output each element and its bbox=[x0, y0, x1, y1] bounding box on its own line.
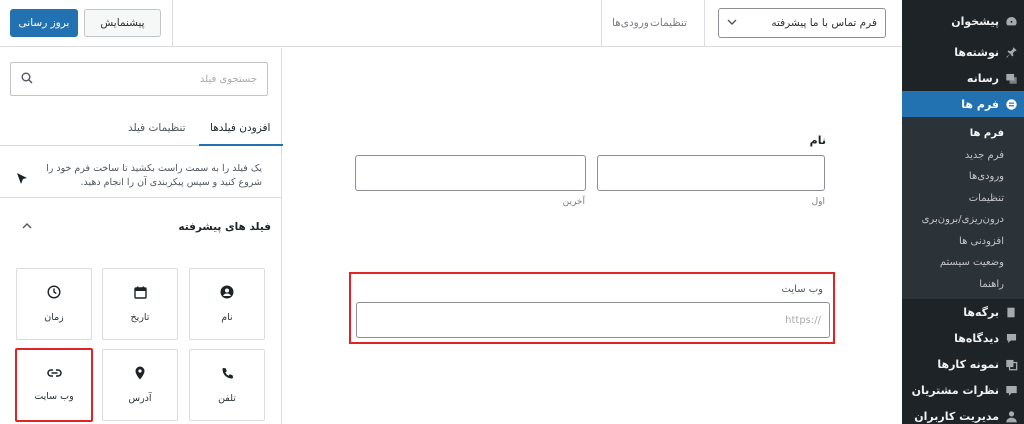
field-tile-date[interactable]: تاریخ bbox=[102, 268, 178, 340]
portfolio-icon bbox=[1004, 357, 1018, 371]
chevron-down-icon bbox=[727, 17, 737, 30]
submenu-item[interactable]: فرم جدید bbox=[902, 145, 1024, 167]
first-name-input[interactable] bbox=[597, 155, 825, 191]
submenu-item[interactable]: افزودنی ها bbox=[902, 231, 1024, 253]
first-name-sublabel: اول bbox=[811, 197, 825, 207]
calendar-icon bbox=[133, 286, 147, 302]
last-name-sublabel: آخرین bbox=[562, 197, 585, 207]
instructions: یک فیلد را به سمت راست بکشید تا ساخت فرم… bbox=[0, 146, 282, 198]
sidebar-item-label: رسانه bbox=[966, 71, 999, 85]
search-placeholder: جستجوی فیلد bbox=[199, 73, 257, 85]
sidebar-item-testimonials[interactable]: نظرات مشتریان bbox=[902, 377, 1024, 403]
tab-settings[interactable]: تنظیمات bbox=[650, 17, 687, 29]
website-input[interactable]: https:// bbox=[356, 302, 830, 338]
tab-field-settings[interactable]: تنظیمات فیلد bbox=[128, 122, 186, 134]
field-tile-label: تلفن bbox=[218, 392, 236, 404]
link-icon bbox=[46, 368, 62, 381]
users-icon bbox=[1004, 409, 1018, 423]
builder-toolbar: بروز رسانی پیشنمایش ورودی‌ها تنظیمات فرم… bbox=[0, 0, 902, 47]
sidebar-item-portfolio[interactable]: نمونه کارها bbox=[902, 351, 1024, 377]
instructions-text: یک فیلد را به سمت راست بکشید تا ساخت فرم… bbox=[46, 163, 262, 188]
sidebar-item-pages[interactable]: برگه‌ها bbox=[902, 299, 1024, 325]
update-button[interactable]: بروز رسانی bbox=[10, 9, 78, 37]
field-tile-website[interactable]: وب سایت bbox=[15, 348, 93, 422]
field-tile-time[interactable]: زمان bbox=[16, 268, 92, 340]
testimonials-icon bbox=[1004, 383, 1018, 397]
sidebar-item-label: برگه‌ها bbox=[963, 305, 999, 319]
submenu-item[interactable]: ورودی‌ها bbox=[902, 166, 1024, 188]
tab-entries[interactable]: ورودی‌ها bbox=[612, 17, 649, 29]
last-name-input[interactable] bbox=[355, 155, 586, 191]
sidebar-item-users[interactable]: مدیریت کاربران bbox=[902, 403, 1024, 424]
preview-button[interactable]: پیشنمایش bbox=[84, 9, 161, 37]
field-tile-label: زمان bbox=[44, 312, 64, 323]
field-search-input[interactable]: جستجوی فیلد bbox=[10, 62, 268, 96]
submenu-item[interactable]: وضعیت سیستم bbox=[902, 252, 1024, 274]
pin-icon bbox=[1004, 45, 1018, 59]
field-tile-label: وب سایت bbox=[34, 391, 74, 402]
admin-sidebar: پیشخوان نوشته‌ها رسانه فرم ها فرم ها فرم… bbox=[894, 0, 1024, 424]
sidebar-item-label: نوشته‌ها bbox=[954, 45, 999, 59]
form-selector-value: فرم تماس با ما پیشرفته bbox=[771, 17, 877, 29]
name-field-label: نام bbox=[809, 134, 826, 147]
panel-tabs: تنظیمات فیلد افزودن فیلدها bbox=[0, 114, 283, 146]
sidebar-item-label: فرم ها bbox=[961, 97, 999, 111]
form-canvas bbox=[283, 48, 902, 424]
location-pin-icon bbox=[134, 366, 146, 383]
field-tile-name[interactable]: نام bbox=[189, 268, 265, 340]
section-title: فیلد های پیشرفته bbox=[178, 221, 271, 233]
sidebar-item-label: پیشخوان bbox=[951, 14, 999, 28]
website-field-label: وب سایت bbox=[781, 284, 823, 295]
sidebar-item-media[interactable]: رسانه bbox=[902, 65, 1024, 91]
field-tile-label: نام bbox=[221, 312, 233, 323]
submenu-item[interactable]: فرم ها bbox=[902, 123, 1024, 145]
submenu-item[interactable]: درون‌ریزی/برون‌بری bbox=[902, 209, 1024, 231]
submenu-item[interactable]: تنظیمات bbox=[902, 188, 1024, 210]
field-tile-address[interactable]: آدرس bbox=[102, 349, 178, 421]
phone-icon bbox=[221, 367, 234, 383]
chevron-up-icon[interactable] bbox=[22, 221, 32, 234]
sidebar-item-comments[interactable]: دیدگاه‌ها bbox=[902, 325, 1024, 351]
forms-submenu: فرم ها فرم جدید ورودی‌ها تنظیمات درون‌ری… bbox=[902, 117, 1024, 299]
search-icon bbox=[21, 72, 33, 87]
form-selector[interactable]: فرم تماس با ما پیشرفته bbox=[718, 8, 886, 38]
field-tile-phone[interactable]: تلفن bbox=[189, 349, 265, 421]
website-field-block[interactable]: وب سایت https:// bbox=[349, 272, 835, 344]
clock-icon bbox=[47, 285, 61, 302]
media-icon bbox=[1004, 71, 1018, 85]
forms-icon bbox=[1004, 97, 1018, 111]
sidebar-item-posts[interactable]: نوشته‌ها bbox=[902, 39, 1024, 65]
website-placeholder: https:// bbox=[785, 314, 821, 326]
comments-icon bbox=[1004, 331, 1018, 345]
tab-add-fields[interactable]: افزودن فیلدها bbox=[210, 122, 270, 134]
toolbar-divider bbox=[704, 0, 705, 47]
sidebar-item-label: مدیریت کاربران bbox=[914, 409, 999, 423]
pages-icon bbox=[1004, 305, 1018, 319]
sidebar-item-label: نمونه کارها bbox=[937, 357, 999, 371]
field-tile-label: آدرس bbox=[128, 393, 152, 404]
sidebar-item-forms[interactable]: فرم ها bbox=[894, 91, 1024, 117]
sidebar-item-label: دیدگاه‌ها bbox=[954, 331, 999, 345]
user-icon bbox=[220, 285, 234, 302]
sidebar-item-dashboard[interactable]: پیشخوان bbox=[902, 8, 1024, 34]
submenu-item[interactable]: راهنما bbox=[902, 274, 1024, 296]
toolbar-divider bbox=[172, 0, 173, 47]
toolbar-divider bbox=[601, 0, 602, 47]
dashboard-icon bbox=[1004, 14, 1018, 28]
fields-panel: جستجوی فیلد تنظیمات فیلد افزودن فیلدها ی… bbox=[0, 48, 283, 424]
sidebar-item-label: نظرات مشتریان bbox=[911, 383, 999, 397]
cursor-icon bbox=[16, 172, 28, 189]
field-tile-label: تاریخ bbox=[130, 311, 150, 323]
